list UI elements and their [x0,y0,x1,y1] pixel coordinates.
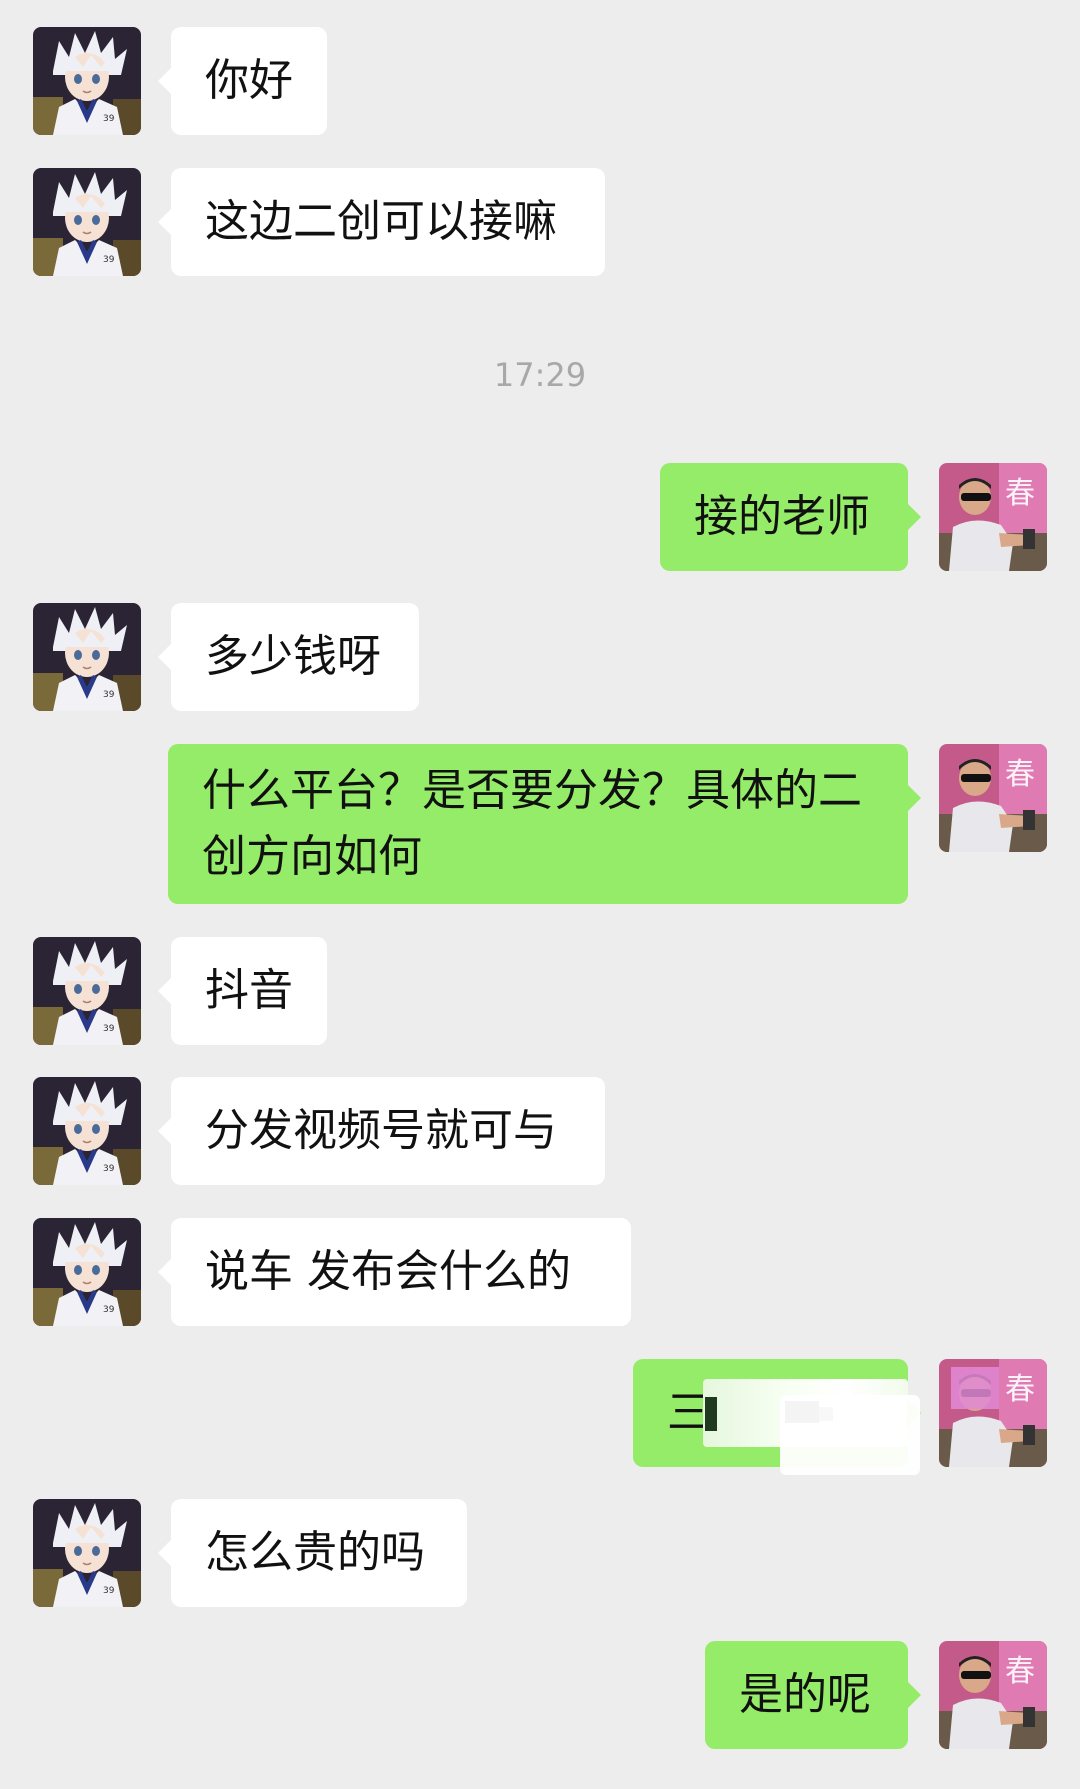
incoming-message-bubble[interactable]: 怎么贵的吗 [158,1499,467,1607]
message-timestamp: 17:29 [493,356,587,394]
contact-avatar[interactable] [33,1499,141,1607]
contact-avatar[interactable] [33,603,141,711]
outgoing-message-bubble[interactable]: 接的老师 [660,463,921,571]
contact-avatar[interactable] [33,27,141,135]
self-avatar[interactable] [939,744,1047,852]
contact-avatar[interactable] [33,168,141,276]
redaction-blur [780,1395,920,1475]
contact-avatar[interactable] [33,1218,141,1326]
redaction-blur [951,1367,999,1409]
incoming-message-bubble[interactable]: 说车 发布会什么的 [158,1218,631,1326]
incoming-message-bubble[interactable]: 你好 [158,27,327,135]
incoming-message-bubble[interactable]: 多少钱呀 [158,603,419,711]
self-avatar[interactable] [939,463,1047,571]
incoming-message-bubble[interactable]: 抖音 [158,937,327,1045]
incoming-message-bubble[interactable]: 分发视频号就可与 [158,1077,605,1185]
chat-window: 你好 这边二创可以接嘛 17:29 接的老师 多少钱呀 什么平台？是否要分发？具… [0,0,1080,1789]
outgoing-message-bubble[interactable]: 是的呢 [705,1641,921,1749]
incoming-message-bubble[interactable]: 这边二创可以接嘛 [158,168,605,276]
self-avatar[interactable] [939,1641,1047,1749]
contact-avatar[interactable] [33,937,141,1045]
self-avatar[interactable] [939,1359,1047,1467]
outgoing-message-bubble[interactable]: 什么平台？是否要分发？具体的二创方向如何 [168,744,921,904]
contact-avatar[interactable] [33,1077,141,1185]
